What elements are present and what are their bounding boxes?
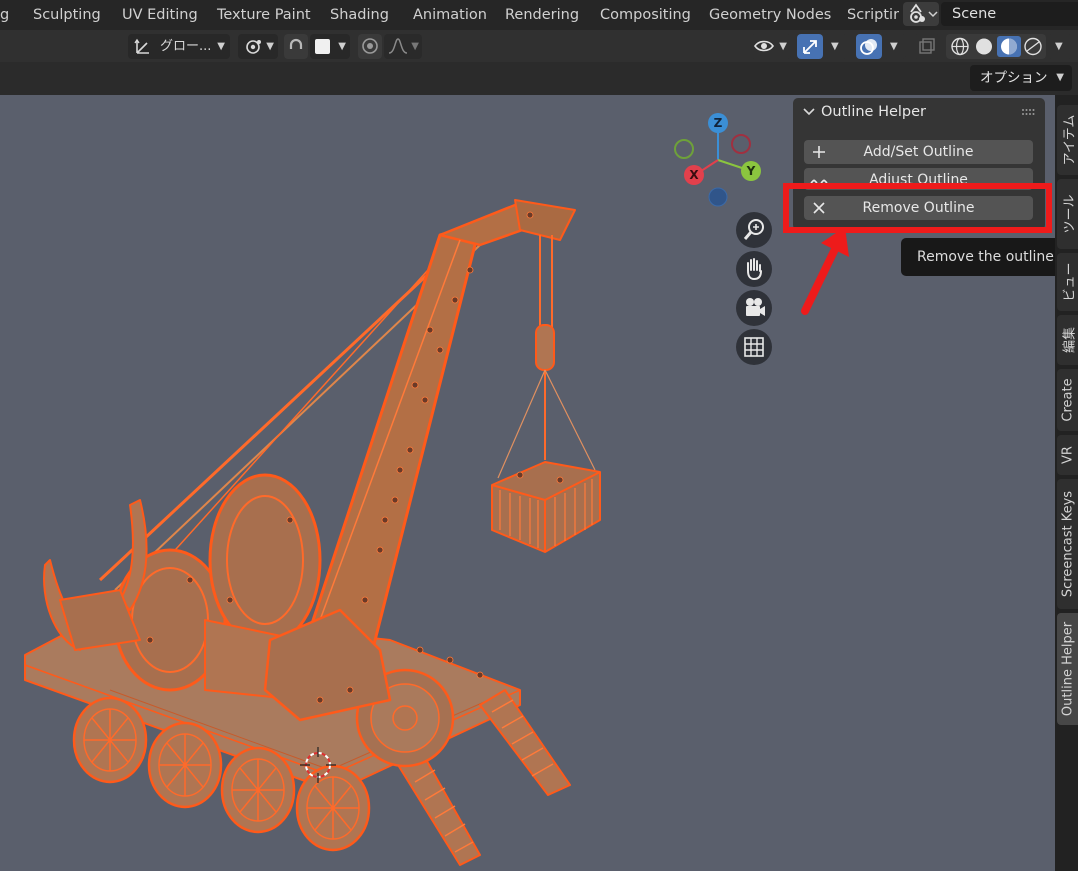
orientation-axes-icon <box>134 38 149 54</box>
visibility-dropdown[interactable]: ▼ <box>751 34 791 59</box>
rendered-shading-icon <box>1024 37 1042 56</box>
shading-dropdown[interactable]: ▼ <box>1048 34 1072 59</box>
workspace-tab-texture-paint[interactable]: Texture Paint <box>217 0 311 30</box>
chevron-down-icon: ▼ <box>338 41 346 52</box>
falloff-curve-icon <box>388 38 408 54</box>
sidebar-tab-screencast-keys[interactable]: Screencast Keys <box>1057 479 1078 609</box>
chevron-down-icon <box>928 11 938 18</box>
chevron-down-icon[interactable] <box>802 106 816 118</box>
gizmo-z-label: Z <box>714 116 723 130</box>
workspace-tab-compositing[interactable]: Compositing <box>600 0 691 30</box>
chevron-down-icon: ▼ <box>1055 41 1063 52</box>
plus-icon <box>813 146 825 158</box>
eye-icon <box>754 40 774 52</box>
workspace-tab-scripting[interactable]: Scriptir <box>847 0 899 30</box>
chevron-down-icon: ▼ <box>217 41 225 52</box>
overlays-icon <box>860 39 877 55</box>
gizmo-x-label: X <box>689 168 699 182</box>
panel-title: Outline Helper <box>821 104 927 120</box>
navigation-gizmo[interactable]: Z Y X <box>668 107 768 207</box>
chevron-down-icon: ▼ <box>266 41 274 52</box>
snap-target-dropdown[interactable]: ▼ <box>310 34 350 59</box>
grid-icon <box>744 337 764 357</box>
transform-orientation-dropdown[interactable]: グロー... ▼ <box>128 34 230 59</box>
gizmo-neg-y-icon[interactable] <box>674 139 694 159</box>
sidebar-tab-edit[interactable]: 編集 <box>1057 315 1078 365</box>
camera-view-button[interactable] <box>736 290 772 326</box>
proportional-editing-toggle[interactable] <box>358 34 382 59</box>
add-set-outline-button[interactable]: Add/Set Outline <box>804 140 1033 164</box>
snap-increment-icon <box>315 39 330 54</box>
magnet-icon <box>289 38 303 49</box>
sidebar-tab-tool[interactable]: ツール <box>1057 179 1078 249</box>
sidebar-tab-vr[interactable]: VR <box>1057 435 1078 475</box>
sidebar-tab-item[interactable]: アイテム <box>1057 105 1078 175</box>
gizmo-neg-x-icon[interactable] <box>731 134 751 154</box>
shading-mode-icons <box>951 36 1042 57</box>
camera-icon <box>746 298 765 316</box>
sidebar-tab-outline-helper[interactable]: Outline Helper <box>1057 613 1078 725</box>
workspace-tab-layout[interactable]: g <box>0 0 9 30</box>
pivot-point-icon <box>246 40 261 54</box>
workspace-tab-bar: g Sculpting UV Editing Texture Paint Sha… <box>0 0 1078 30</box>
gizmo-y-label: Y <box>746 164 756 178</box>
sidebar-tab-strip: アイテム ツール ビュー 編集 Create VR Screencast Key… <box>1055 95 1078 871</box>
sidebar-tab-view[interactable]: ビュー <box>1057 253 1078 311</box>
toggle-perspective-button[interactable] <box>736 329 772 365</box>
gizmo-arrows-icon <box>803 40 817 54</box>
workspace-tab-shading[interactable]: Shading <box>330 0 389 30</box>
xray-icon <box>919 38 935 54</box>
pan-view-button[interactable] <box>736 251 772 287</box>
scene-name-field[interactable]: Scene <box>941 2 1078 26</box>
gizmo-toggle[interactable] <box>797 34 823 59</box>
scene-selector-button[interactable] <box>903 2 939 26</box>
chevron-down-icon: ▼ <box>1056 72 1064 83</box>
workspace-tab-uv-editing[interactable]: UV Editing <box>122 0 198 30</box>
workspace-tab-geometry-nodes[interactable]: Geometry Nodes <box>709 0 831 30</box>
overlays-dropdown[interactable]: ▼ <box>884 34 906 59</box>
options-dropdown[interactable]: オプション ▼ <box>970 65 1072 91</box>
solid-shading-icon <box>976 38 992 55</box>
tool-settings-bar: オプション ▼ <box>0 62 1078 95</box>
shading-mode-group <box>946 34 1046 59</box>
gizmo-neg-z-icon[interactable] <box>708 187 728 207</box>
drag-handle-icon[interactable] <box>1021 108 1035 116</box>
workspace-tab-animation[interactable]: Animation <box>413 0 487 30</box>
add-set-outline-label: Add/Set Outline <box>863 144 974 160</box>
material-preview-shading-icon <box>1001 38 1017 55</box>
workspace-tab-rendering[interactable]: Rendering <box>505 0 579 30</box>
annotation-highlight-box <box>783 183 1052 233</box>
transform-orientation-label: グロー... <box>160 39 212 54</box>
chevron-down-icon: ▼ <box>831 41 839 52</box>
tooltip: Remove the outline from <box>901 238 1078 276</box>
workspace-tab-sculpting[interactable]: Sculpting <box>33 0 101 30</box>
chevron-down-icon: ▼ <box>411 41 419 52</box>
zoom-view-button[interactable] <box>736 212 772 248</box>
viewport-header: グロー... ▼ ▼ ▼ ▼ ▼ ▼ ▼ ▼ <box>0 30 1078 62</box>
overlays-toggle[interactable] <box>856 34 882 59</box>
zoom-icon <box>743 219 764 240</box>
options-label: オプション <box>980 70 1048 86</box>
scene-icon <box>910 3 938 23</box>
hand-icon <box>747 258 762 281</box>
proportional-editing-icon <box>362 38 378 54</box>
proportional-falloff-dropdown[interactable]: ▼ <box>384 34 422 59</box>
pivot-point-dropdown[interactable]: ▼ <box>238 34 278 59</box>
snap-toggle[interactable] <box>284 34 308 59</box>
gizmo-dropdown[interactable]: ▼ <box>825 34 847 59</box>
chevron-down-icon: ▼ <box>779 41 787 52</box>
wireframe-shading-icon <box>951 37 969 56</box>
sidebar-tab-create[interactable]: Create <box>1057 369 1078 431</box>
xray-toggle[interactable] <box>914 34 940 59</box>
chevron-down-icon: ▼ <box>890 41 898 52</box>
